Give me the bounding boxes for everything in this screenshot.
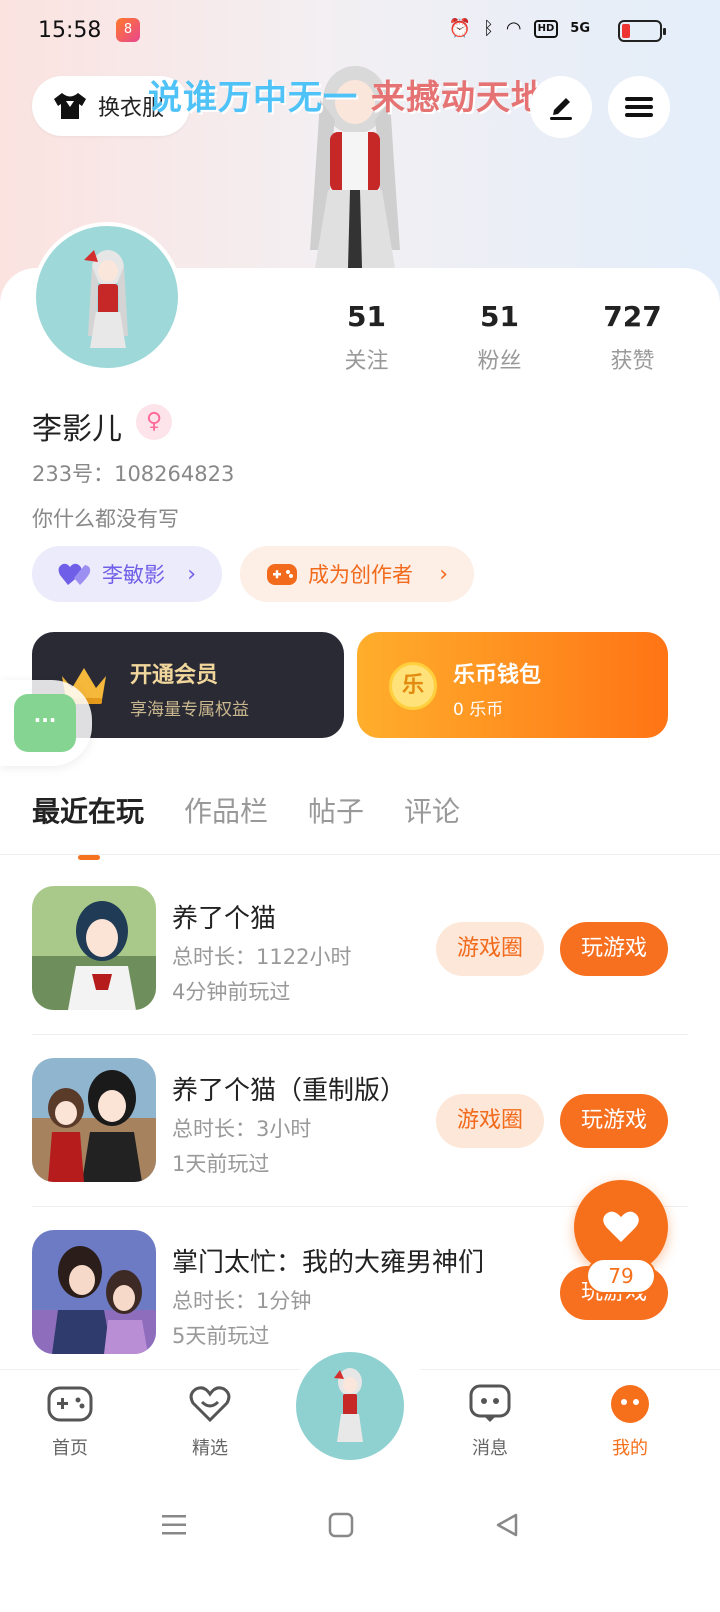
profile-uid: 233号：108264823 [32,462,235,486]
game-title: 掌门太忙：我的大雍男神们 [172,1248,485,1278]
profile-banner-text: 说谁万中无一 来撼动天地 [148,70,546,119]
coin-icon: 乐 [389,662,437,710]
status-icons: ⏰ ᛒ ◠ HD 5G [449,18,590,39]
tab-comments[interactable]: 评论 [404,790,460,830]
stat-likes-count: 727 [603,300,662,333]
avatar-image [334,1368,363,1442]
tab-posts[interactable]: 帖子 [308,790,364,830]
chat-icon [469,1384,511,1422]
stat-following-count: 51 [347,300,386,333]
nav-home[interactable]: 首页 [30,1384,110,1460]
profile-tabs: 最近在玩 作品栏 帖子 评论 [32,790,460,860]
wallet-balance: 0 乐币 [453,700,504,720]
signal-icon: 5G [570,21,590,36]
fan-group-label: 李敏影 [102,563,165,587]
back-icon[interactable] [494,1512,520,1538]
become-creator-label: 成为创作者 [308,563,413,587]
tabs-divider [0,854,720,855]
stat-likes-label: 获赞 [610,349,655,374]
banner-text-right: 来撼动天地 [358,78,546,118]
avatar-image [84,250,128,348]
stat-following[interactable]: 51 关注 [300,300,433,375]
heart-outline-icon [189,1386,231,1423]
battery-icon [618,20,666,42]
gamepad-icon [47,1386,93,1422]
game-duration: 总时长：3小时 [172,1117,312,1141]
bluetooth-icon: ᛒ [483,18,494,39]
stat-following-label: 关注 [344,349,389,374]
game-last-played: 5天前玩过 [172,1324,270,1348]
shirt-icon [54,93,86,119]
vip-subtitle: 享海量专属权益 [130,700,249,720]
stat-likes[interactable]: 727 获赞 [566,300,699,375]
row-divider [32,1034,688,1035]
game-last-played: 1天前玩过 [172,1152,270,1176]
stat-fans-label: 粉丝 [477,349,522,374]
chevron-right-icon: › [187,561,196,587]
game-last-played: 4分钟前玩过 [172,980,291,1004]
game-title: 养了个猫（重制版） [172,1076,407,1106]
game-row[interactable]: 养了个猫（重制版） 总时长：3小时 1天前玩过 游戏圈 玩游戏 [32,1058,688,1184]
game-circle-button[interactable]: 游戏圈 [436,1094,544,1148]
become-creator-pill[interactable]: 成为创作者 › [240,546,474,602]
coin-wallet-card[interactable]: 乐 乐币钱包 0 乐币 [357,632,668,738]
nav-home-label: 首页 [52,1438,88,1459]
banner-text-left: 说谁万中无一 [148,78,358,118]
status-time: 15:58 [38,18,102,43]
nav-featured[interactable]: 精选 [170,1384,250,1460]
profile-bio: 你什么都没有写 [32,507,179,531]
pen-icon [550,98,572,120]
game-thumbnail [32,1058,156,1182]
center-avatar-button[interactable] [296,1352,404,1460]
gamepad-icon [267,564,297,585]
wifi-icon: ◠ [505,18,522,39]
game-duration: 总时长：1122小时 [172,945,352,969]
female-gender-icon: ♀ [136,404,172,440]
like-count-badge: 79 [586,1258,656,1294]
hd-icon: HD [533,19,559,38]
tab-recently-played[interactable]: 最近在玩 [32,790,144,860]
profile-avatar[interactable] [32,222,182,372]
game-duration: 总时长：1分钟 [172,1289,312,1313]
wallet-title: 乐币钱包 [453,663,542,688]
game-circle-button[interactable]: 游戏圈 [436,922,544,976]
floating-chat-button[interactable]: ··· [0,680,92,766]
menu-button[interactable] [608,76,670,138]
game-thumbnail [32,1230,156,1354]
profile-name: 李影儿 [32,412,122,447]
game-thumbnail [32,886,156,1010]
chat-bubble-icon: ··· [14,694,76,752]
game-title: 养了个猫 [172,904,277,934]
status-bar: 15:58 8 ⏰ ᛒ ◠ HD 5G [0,0,720,64]
nav-messages-label: 消息 [472,1438,508,1459]
edit-profile-button[interactable] [530,76,592,138]
stat-fans-count: 51 [480,300,519,333]
nav-me-label: 我的 [612,1438,648,1459]
play-game-button[interactable]: 玩游戏 [560,922,668,976]
nav-messages[interactable]: 消息 [450,1384,530,1460]
smiley-face-icon [611,1385,649,1423]
fan-group-pill[interactable]: 李敏影 › [32,546,222,602]
alarm-icon: ⏰ [448,18,472,39]
chevron-right-icon: › [439,561,448,587]
home-icon[interactable] [328,1512,354,1538]
game-row[interactable]: 养了个猫 总时长：1122小时 4分钟前玩过 游戏圈 玩游戏 [32,886,688,1012]
stat-fans[interactable]: 51 粉丝 [433,300,566,375]
double-heart-icon [58,563,91,585]
recent-apps-icon[interactable] [160,1512,188,1538]
hamburger-icon [625,93,653,121]
system-navigation-bar [0,1482,720,1612]
play-game-button[interactable]: 玩游戏 [560,1094,668,1148]
nav-me[interactable]: 我的 [590,1384,670,1460]
vip-title: 开通会员 [130,663,219,688]
profile-stats: 51 关注 51 粉丝 727 获赞 [300,300,700,375]
nav-featured-label: 精选 [192,1438,228,1459]
tab-works[interactable]: 作品栏 [184,790,268,830]
app-notification-icon: 8 [116,18,140,42]
